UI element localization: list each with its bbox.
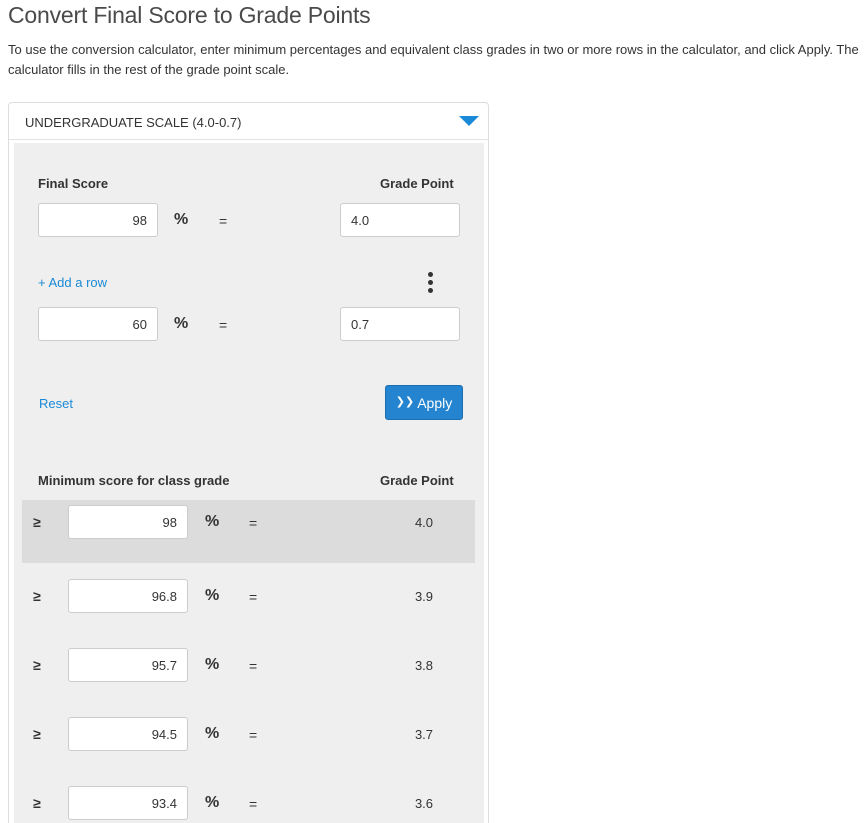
- gte-symbol: ≥: [33, 726, 41, 742]
- equals-symbol: =: [249, 515, 258, 531]
- apply-button-label: Apply: [417, 394, 453, 411]
- equals-symbol: =: [219, 213, 228, 229]
- equals-symbol: =: [249, 658, 258, 674]
- percent-symbol: %: [205, 656, 220, 673]
- final-score-input-2[interactable]: [38, 307, 158, 341]
- scale-min-score-input-1[interactable]: [68, 505, 188, 539]
- add-row-link[interactable]: + Add a row: [38, 275, 107, 290]
- vertical-ellipsis-icon[interactable]: [428, 272, 434, 294]
- percent-symbol: %: [205, 725, 220, 742]
- page: Convert Final Score to Grade Points To u…: [0, 0, 868, 823]
- reset-link[interactable]: Reset: [39, 396, 73, 411]
- equals-symbol: =: [249, 796, 258, 812]
- scale-grade-point-2: 3.9: [414, 589, 434, 604]
- percent-symbol: %: [205, 587, 220, 604]
- percent-symbol: %: [174, 211, 189, 228]
- gte-symbol: ≥: [33, 657, 41, 673]
- percent-symbol: %: [205, 794, 220, 811]
- instructions-text: To use the conversion calculator, enter …: [8, 42, 859, 77]
- scale-grade-point-1: 4.0: [414, 515, 434, 530]
- gte-symbol: ≥: [33, 588, 41, 604]
- calculator-area: Final Score Grade Point % = + Add a row …: [14, 143, 484, 823]
- percent-symbol: %: [205, 513, 220, 530]
- gte-symbol: ≥: [33, 514, 41, 530]
- conversion-calculator-panel: UNDERGRADUATE SCALE (4.0-0.7) Final Scor…: [8, 102, 489, 823]
- grade-point-header: Grade Point: [380, 176, 454, 191]
- equals-symbol: =: [249, 589, 258, 605]
- min-score-header: Minimum score for class grade: [38, 473, 230, 488]
- scale-min-score-input-2[interactable]: [68, 579, 188, 613]
- grade-point-input-2[interactable]: [340, 307, 460, 341]
- final-score-input-1[interactable]: [38, 203, 158, 237]
- final-score-header: Final Score: [38, 176, 109, 191]
- gte-symbol: ≥: [33, 795, 41, 811]
- equals-symbol: =: [219, 317, 228, 333]
- scale-min-score-input-4[interactable]: [68, 717, 188, 751]
- scale-dropdown[interactable]: UNDERGRADUATE SCALE (4.0-0.7): [9, 103, 488, 140]
- apply-button[interactable]: ❯❯ Apply: [385, 385, 463, 420]
- scale-grade-point-4: 3.7: [414, 727, 434, 742]
- page-title: Convert Final Score to Grade Points: [8, 2, 371, 28]
- chevron-down-icon[interactable]: [459, 116, 479, 126]
- percent-symbol: %: [174, 315, 189, 332]
- grade-point-input-1[interactable]: [340, 203, 460, 237]
- double-chevron-down-icon: ❯❯: [395, 396, 415, 408]
- scale-grade-point-5: 3.6: [414, 796, 434, 811]
- scale-min-score-input-5[interactable]: [68, 786, 188, 820]
- scale-grade-point-3: 3.8: [414, 658, 434, 673]
- scale-dropdown-value: UNDERGRADUATE SCALE (4.0-0.7): [25, 115, 242, 130]
- scale-min-score-input-3[interactable]: [68, 648, 188, 682]
- equals-symbol: =: [249, 727, 258, 743]
- scale-grade-point-header: Grade Point: [380, 473, 454, 488]
